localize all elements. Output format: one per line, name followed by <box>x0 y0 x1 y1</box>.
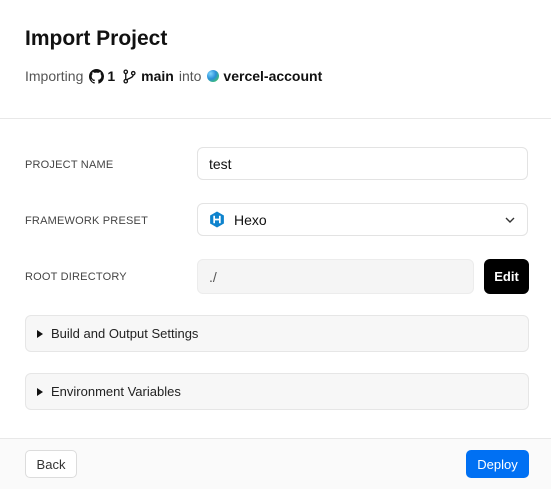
root-directory-input[interactable]: ./ <box>197 259 474 294</box>
root-directory-label: ROOT DIRECTORY <box>25 271 127 283</box>
caret-right-icon <box>37 329 43 338</box>
project-name-input[interactable]: test <box>197 147 528 180</box>
project-name-value: test <box>209 155 232 172</box>
environment-variables-label: Environment Variables <box>51 384 181 399</box>
git-branch-icon <box>123 68 136 84</box>
hexo-icon <box>209 211 225 228</box>
environment-variables-toggle[interactable]: Environment Variables <box>25 373 529 410</box>
header-divider <box>0 118 551 119</box>
repo-count: 1 <box>107 68 116 84</box>
framework-value: Hexo <box>234 211 267 228</box>
into-label: into <box>178 68 202 84</box>
project-name-label: PROJECT NAME <box>25 159 114 171</box>
importing-label: Importing <box>25 68 84 84</box>
account-avatar <box>207 70 220 82</box>
back-button[interactable]: Back <box>25 450 77 478</box>
framework-preset-label: FRAMEWORK PRESET <box>25 215 148 227</box>
import-summary: Importing 1 main into vercel-account <box>25 68 322 84</box>
page-title: Import Project <box>25 27 168 50</box>
edit-root-directory-button[interactable]: Edit <box>484 259 529 294</box>
deploy-button[interactable]: Deploy <box>466 450 529 478</box>
account-name: vercel-account <box>223 68 323 84</box>
build-output-settings-label: Build and Output Settings <box>51 326 199 341</box>
chevron-down-icon <box>505 217 515 223</box>
build-output-settings-toggle[interactable]: Build and Output Settings <box>25 315 529 352</box>
caret-right-icon <box>37 387 43 396</box>
root-directory-value: ./ <box>209 268 217 285</box>
branch-name: main <box>141 68 174 84</box>
framework-preset-select[interactable]: Hexo <box>197 203 528 236</box>
github-icon <box>89 68 105 84</box>
